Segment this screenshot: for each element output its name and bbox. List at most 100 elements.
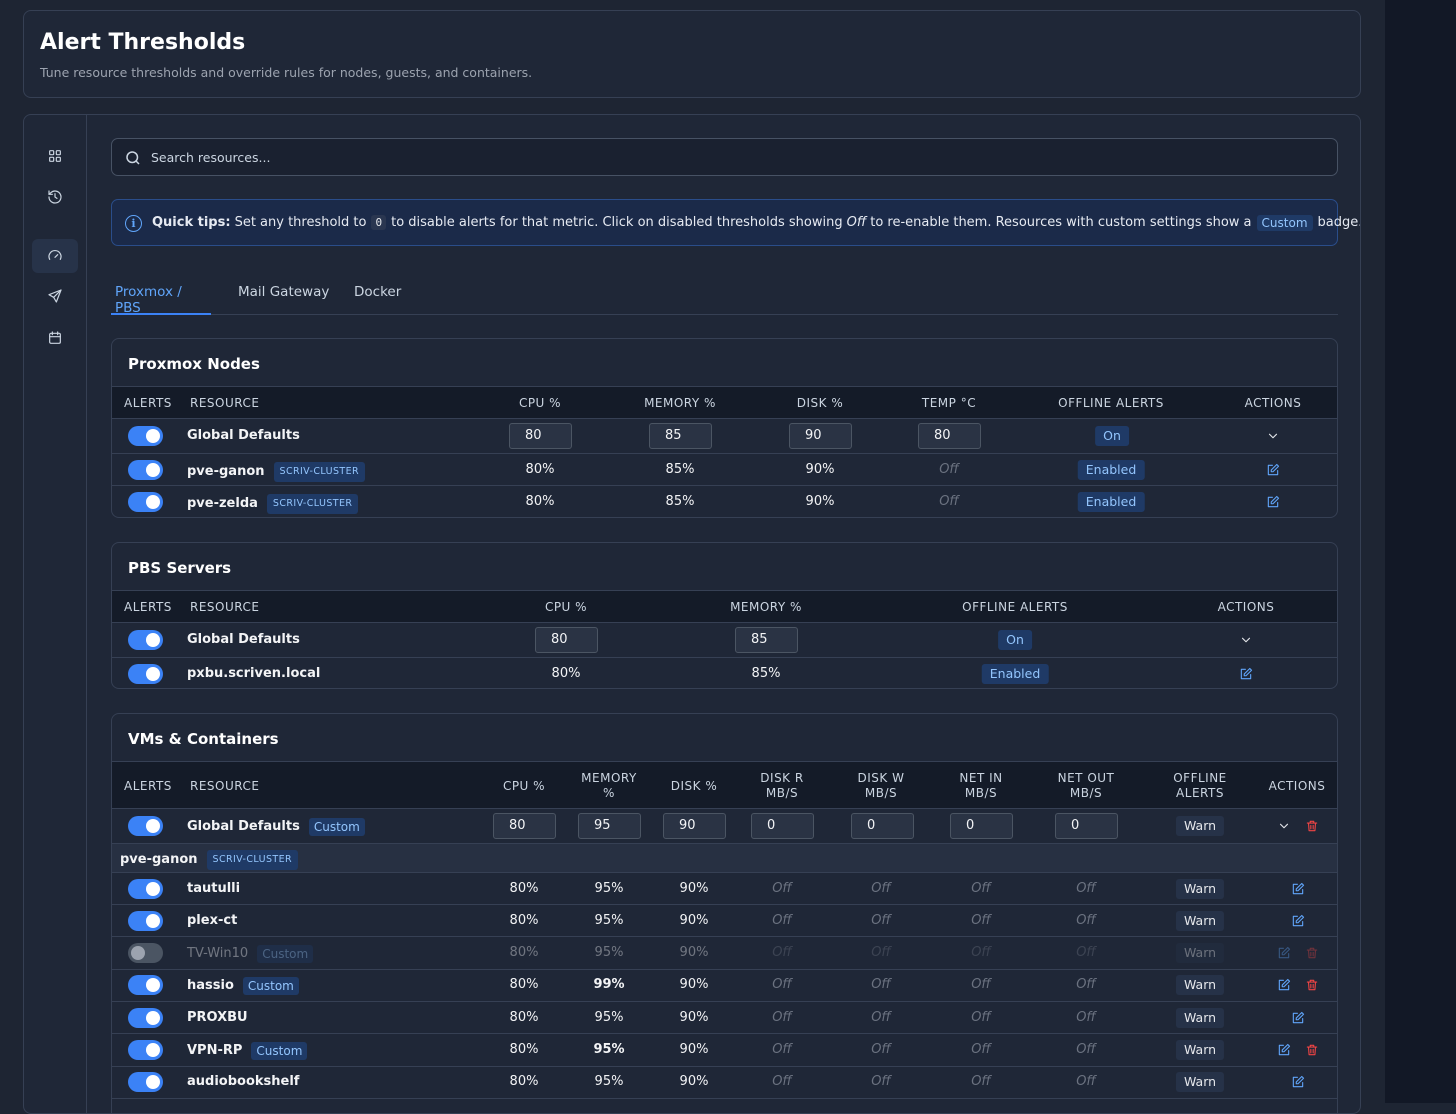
memory-threshold-input[interactable]: 85: [735, 627, 798, 653]
disk-threshold-input[interactable]: 90: [789, 423, 852, 449]
offline-alerts-toggle[interactable]: On: [1095, 426, 1129, 446]
netout-value[interactable]: Off: [1076, 977, 1096, 993]
alerts-toggle[interactable]: [128, 943, 163, 964]
temp-value[interactable]: Off: [939, 462, 959, 478]
cpu-threshold-input[interactable]: 80: [535, 627, 598, 653]
disk-read-threshold-input[interactable]: 0: [751, 813, 814, 839]
offline-alerts-status[interactable]: Enabled: [981, 664, 1049, 684]
table-row: audiobookshelf 80% 95% 90% Off Off Off Off Warn: [112, 1067, 1337, 1099]
diskw-value[interactable]: Off: [871, 977, 891, 993]
send-icon[interactable]: [32, 279, 78, 313]
offline-alerts-mode[interactable]: Warn: [1175, 943, 1225, 964]
alerts-toggle[interactable]: [128, 459, 163, 480]
trash-icon[interactable]: [1305, 818, 1321, 834]
diskw-value[interactable]: Off: [871, 913, 891, 929]
tab-proxmox-pbs[interactable]: Proxmox / PBS: [111, 283, 211, 316]
chevron-down-icon[interactable]: [1239, 632, 1255, 648]
net-out-threshold-input[interactable]: 0: [1055, 813, 1118, 839]
netout-value[interactable]: Off: [1076, 1042, 1096, 1058]
netin-value[interactable]: Off: [971, 913, 991, 929]
edit-icon[interactable]: [1239, 666, 1255, 682]
diskr-value[interactable]: Off: [772, 977, 792, 993]
netout-value[interactable]: Off: [1076, 1074, 1096, 1090]
edit-icon[interactable]: [1277, 1042, 1293, 1058]
alerts-toggle[interactable]: [128, 816, 163, 836]
tab-mail-gateway[interactable]: Mail Gateway: [234, 283, 333, 314]
trash-icon[interactable]: [1305, 977, 1321, 993]
diskw-value[interactable]: Off: [871, 1074, 891, 1090]
memory-threshold-input[interactable]: 95: [578, 813, 641, 839]
alerts-toggle[interactable]: [128, 426, 163, 446]
offline-alerts-status[interactable]: Enabled: [1077, 459, 1145, 480]
offline-alerts-toggle[interactable]: On: [998, 630, 1032, 650]
edit-icon[interactable]: [1277, 977, 1293, 993]
edit-icon[interactable]: [1266, 494, 1282, 510]
net-in-threshold-input[interactable]: 0: [950, 813, 1013, 839]
netin-value[interactable]: Off: [971, 945, 991, 961]
temp-value[interactable]: Off: [939, 494, 959, 510]
diskw-value[interactable]: Off: [871, 881, 891, 897]
offline-alerts-mode[interactable]: Warn: [1175, 910, 1225, 931]
offline-alerts-mode[interactable]: Warn: [1175, 816, 1225, 836]
search-bar[interactable]: [111, 138, 1338, 176]
diskr-value[interactable]: Off: [772, 881, 792, 897]
tab-docker[interactable]: Docker: [350, 283, 405, 314]
temp-threshold-input[interactable]: 80: [918, 423, 981, 449]
netout-value[interactable]: Off: [1076, 881, 1096, 897]
diskr-value[interactable]: Off: [772, 1074, 792, 1090]
trash-icon[interactable]: [1305, 1042, 1321, 1058]
alerts-toggle[interactable]: [128, 878, 163, 899]
history-icon[interactable]: [32, 180, 78, 214]
diskr-value[interactable]: Off: [772, 1010, 792, 1026]
group-name-text: pve-ganon: [120, 852, 198, 867]
alerts-toggle[interactable]: [128, 1040, 163, 1060]
netout-value[interactable]: Off: [1076, 913, 1096, 929]
diskw-value[interactable]: Off: [871, 1042, 891, 1058]
alerts-toggle[interactable]: [128, 664, 163, 684]
offline-alerts-mode[interactable]: Warn: [1175, 878, 1225, 899]
grid-icon[interactable]: [32, 139, 78, 173]
netin-value[interactable]: Off: [971, 1074, 991, 1090]
netout-value[interactable]: Off: [1076, 945, 1096, 961]
netout-value[interactable]: Off: [1076, 1010, 1096, 1026]
memory-threshold-input[interactable]: 85: [649, 423, 712, 449]
alerts-toggle[interactable]: [128, 1007, 163, 1028]
edit-icon[interactable]: [1291, 1074, 1307, 1090]
edit-icon[interactable]: [1291, 881, 1307, 897]
alerts-toggle[interactable]: [128, 630, 163, 650]
alerts-toggle[interactable]: [128, 492, 163, 512]
netin-value[interactable]: Off: [971, 1042, 991, 1058]
gauge-icon[interactable]: [32, 239, 78, 273]
cpu-threshold-input[interactable]: 80: [493, 813, 556, 839]
offline-alerts-mode[interactable]: Warn: [1175, 975, 1225, 996]
netin-value[interactable]: Off: [971, 1010, 991, 1026]
col-offline-line2: ALERTS: [1176, 786, 1224, 800]
diskr-value[interactable]: Off: [772, 945, 792, 961]
cpu-threshold-input[interactable]: 80: [509, 423, 572, 449]
diskr-value[interactable]: Off: [772, 913, 792, 929]
edit-icon[interactable]: [1266, 462, 1282, 478]
chevron-down-icon[interactable]: [1266, 428, 1282, 444]
alerts-toggle[interactable]: [128, 1072, 163, 1093]
chevron-down-icon[interactable]: [1277, 818, 1293, 834]
diskr-value[interactable]: Off: [772, 1042, 792, 1058]
alerts-toggle[interactable]: [128, 975, 163, 996]
search-input[interactable]: [151, 147, 1251, 167]
diskw-value[interactable]: Off: [871, 1010, 891, 1026]
diskw-value[interactable]: Off: [871, 945, 891, 961]
offline-alerts-mode[interactable]: Warn: [1175, 1072, 1225, 1093]
offline-alerts-status[interactable]: Enabled: [1077, 492, 1145, 512]
edit-icon[interactable]: [1291, 1010, 1307, 1026]
offline-alerts-mode[interactable]: Warn: [1175, 1040, 1225, 1060]
calendar-icon[interactable]: [32, 321, 78, 355]
group-name: pve-ganon SCRIV-CLUSTER: [120, 850, 298, 870]
offline-alerts-mode[interactable]: Warn: [1175, 1007, 1225, 1028]
disk-threshold-input[interactable]: 90: [663, 813, 726, 839]
alerts-toggle[interactable]: [128, 910, 163, 931]
edit-icon[interactable]: [1291, 913, 1307, 929]
edit-icon[interactable]: [1277, 945, 1293, 961]
netin-value[interactable]: Off: [971, 977, 991, 993]
trash-icon[interactable]: [1305, 945, 1321, 961]
disk-write-threshold-input[interactable]: 0: [851, 813, 914, 839]
netin-value[interactable]: Off: [971, 881, 991, 897]
